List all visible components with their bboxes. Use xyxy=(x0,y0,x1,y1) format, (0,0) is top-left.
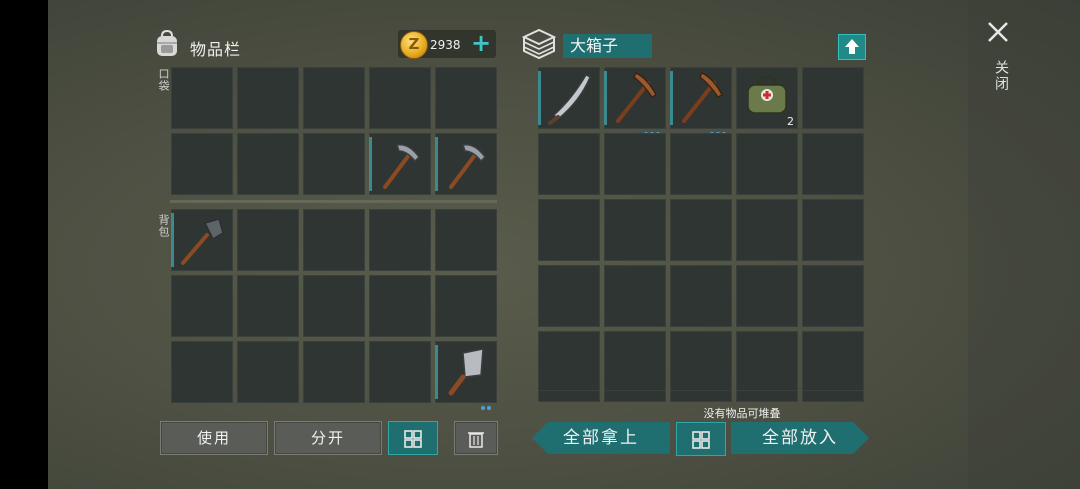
chest-slot-sword[interactable] xyxy=(538,67,600,129)
section-divider xyxy=(170,200,497,203)
chest-slot-medkit[interactable]: 2 xyxy=(736,67,798,129)
pocket-slot[interactable] xyxy=(435,67,497,129)
trash-icon xyxy=(468,431,484,448)
grid-icon xyxy=(404,429,422,448)
take-all-button[interactable]: 全部拿上 xyxy=(532,422,670,454)
pickaxe-icon xyxy=(682,72,723,123)
chest-slot[interactable] xyxy=(538,265,600,327)
chest-slot[interactable] xyxy=(604,133,666,195)
pickaxe-icon xyxy=(383,144,420,189)
stack-status: 没有物品可堆叠 xyxy=(703,407,781,420)
upload-icon xyxy=(845,39,859,54)
game-screen: 物品栏 Z 2938 + 口袋 背包 使用 分开 大箱子 2 没有物品可堆叠 全… xyxy=(48,0,1080,489)
grid-icon xyxy=(692,430,710,449)
backpack-slot[interactable] xyxy=(303,209,365,271)
pocket-slot-pickaxe[interactable] xyxy=(435,133,497,195)
coin-amount: 2938 xyxy=(430,38,461,52)
chest-slot[interactable] xyxy=(736,133,798,195)
backpack-slot[interactable] xyxy=(171,275,233,337)
pocket-slot[interactable] xyxy=(237,67,299,129)
chest-slot[interactable] xyxy=(670,199,732,261)
chest-slot[interactable] xyxy=(538,199,600,261)
backpack-slot-shovel[interactable] xyxy=(171,209,233,271)
chest-slot[interactable] xyxy=(604,265,666,327)
pickaxe-icon xyxy=(616,72,657,123)
backpack-label: 背包 xyxy=(157,214,170,238)
side-panel xyxy=(968,0,1080,489)
chest-slot[interactable] xyxy=(604,331,666,393)
plus-icon: + xyxy=(470,29,492,57)
pocket-slot[interactable] xyxy=(369,67,431,129)
backpack-slot-cleaver[interactable] xyxy=(435,341,497,410)
put-all-button[interactable]: 全部放入 xyxy=(731,422,869,454)
pickaxe-icon xyxy=(449,144,486,189)
durability-dots xyxy=(702,121,726,136)
chest-name: 大箱子 xyxy=(563,34,652,58)
chest-slot[interactable] xyxy=(802,265,864,327)
sword-icon xyxy=(548,74,591,125)
chest-slot[interactable] xyxy=(802,133,864,195)
pocket-slot-pickaxe[interactable] xyxy=(369,133,431,195)
chest-slot[interactable] xyxy=(538,133,600,195)
backpack-slot[interactable] xyxy=(303,341,365,403)
cleaver-icon xyxy=(448,348,484,396)
chest-slot[interactable] xyxy=(802,331,864,393)
backpack-icon xyxy=(157,30,177,56)
chest-slot[interactable] xyxy=(802,390,864,402)
chest-slot[interactable] xyxy=(538,390,600,402)
chest-slot[interactable] xyxy=(604,390,666,402)
pocket-slot[interactable] xyxy=(171,67,233,129)
pocket-slot[interactable] xyxy=(303,67,365,129)
chest-slot[interactable] xyxy=(670,390,732,402)
add-coins-button[interactable]: + xyxy=(468,29,494,57)
item-quantity: 2 xyxy=(787,115,794,128)
chest-slot[interactable] xyxy=(736,331,798,393)
chest-slot-pickaxe[interactable] xyxy=(670,67,732,136)
durability-dots xyxy=(636,121,660,136)
chest-slot[interactable] xyxy=(670,331,732,393)
backpack-slot[interactable] xyxy=(171,341,233,403)
chest-slot-pickaxe[interactable] xyxy=(604,67,666,136)
split-button[interactable]: 分开 xyxy=(274,421,382,455)
pocket-label: 口袋 xyxy=(157,68,170,92)
chest-slot[interactable] xyxy=(538,331,600,393)
pocket-slot[interactable] xyxy=(237,133,299,195)
chest-icon xyxy=(522,28,556,60)
shovel-icon xyxy=(181,218,224,265)
durability-dots xyxy=(479,395,491,410)
close-label[interactable]: 关闭 xyxy=(991,60,1011,92)
use-button[interactable]: 使用 xyxy=(160,421,268,455)
upload-button[interactable] xyxy=(838,34,866,60)
backpack-slot[interactable] xyxy=(303,275,365,337)
pocket-slot[interactable] xyxy=(303,133,365,195)
close-icon[interactable] xyxy=(986,20,1010,44)
backpack-slot[interactable] xyxy=(237,209,299,271)
backpack-slot[interactable] xyxy=(369,209,431,271)
trash-button[interactable] xyxy=(454,421,498,455)
pocket-slot[interactable] xyxy=(171,133,233,195)
inventory-title: 物品栏 xyxy=(190,40,242,59)
sort-chest-button[interactable] xyxy=(676,422,726,456)
chest-slot[interactable] xyxy=(670,265,732,327)
chest-slot[interactable] xyxy=(736,390,798,402)
chest-slot[interactable] xyxy=(736,265,798,327)
chest-slot[interactable] xyxy=(736,199,798,261)
backpack-slot[interactable] xyxy=(435,209,497,271)
backpack-slot[interactable] xyxy=(369,341,431,403)
backpack-slot[interactable] xyxy=(435,275,497,337)
chest-slot[interactable] xyxy=(604,199,666,261)
backpack-slot[interactable] xyxy=(369,275,431,337)
backpack-slot[interactable] xyxy=(237,341,299,403)
chest-slot[interactable] xyxy=(670,133,732,195)
medkit-icon xyxy=(747,75,787,114)
chest-slot[interactable] xyxy=(802,67,864,129)
chest-slot[interactable] xyxy=(802,199,864,261)
backpack-slot[interactable] xyxy=(237,275,299,337)
coin-icon: Z xyxy=(400,31,428,59)
sort-inventory-button[interactable] xyxy=(388,421,438,455)
